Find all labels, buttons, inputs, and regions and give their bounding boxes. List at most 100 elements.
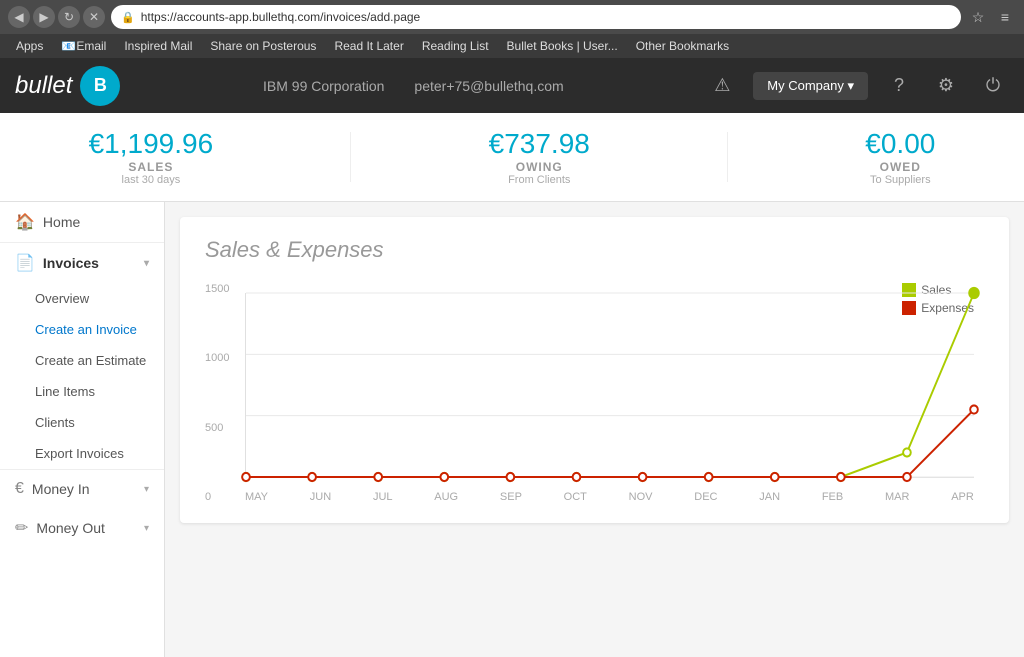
logo-letter: B — [94, 75, 107, 96]
sidebar-overview[interactable]: Overview — [0, 283, 164, 314]
user-email: peter+75@bullethq.com — [414, 78, 563, 94]
money-out-label: Money Out — [36, 520, 104, 536]
sidebar-export-invoices[interactable]: Export Invoices — [0, 438, 164, 469]
star-button[interactable]: ☆ — [967, 6, 989, 28]
owed-sub: To Suppliers — [865, 174, 935, 186]
warning-button[interactable]: ⚠ — [706, 70, 738, 102]
expand-icon: ▾ — [144, 258, 149, 269]
sidebar-item-invoices[interactable]: 📄 Invoices ▾ — [0, 243, 164, 283]
url-text: https://accounts-app.bullethq.com/invoic… — [141, 10, 421, 24]
money-out-icon: ✏ — [15, 518, 28, 538]
y-label-0: 0 — [205, 491, 240, 503]
x-label-oct: OCT — [564, 491, 587, 503]
money-in-label: Money In — [32, 481, 90, 497]
home-label: Home — [43, 214, 80, 230]
close-button[interactable]: ✕ — [83, 6, 105, 28]
bookmark-apps[interactable]: Apps — [8, 37, 51, 55]
sidebar-create-invoice[interactable]: Create an Invoice — [0, 314, 164, 345]
bookmark-label: Reading List — [422, 39, 489, 53]
back-button[interactable]: ◀ — [8, 6, 30, 28]
x-label-jul: JUL — [373, 491, 393, 503]
create-estimate-label: Create an Estimate — [35, 353, 146, 368]
company-selector[interactable]: My Company ▾ — [753, 72, 868, 100]
browser-toolbar: ◀ ▶ ↻ ✕ 🔒 https://accounts-app.bullethq.… — [0, 0, 1024, 34]
header-center: IBM 99 Corporation peter+75@bullethq.com — [120, 78, 706, 94]
stat-sales: €1,199.96 SALES last 30 days — [89, 128, 214, 186]
sidebar-line-items[interactable]: Line Items — [0, 376, 164, 407]
money-out-expand-icon: ▾ — [144, 523, 149, 534]
y-label-1500: 1500 — [205, 283, 240, 295]
browser-chrome: ◀ ▶ ↻ ✕ 🔒 https://accounts-app.bullethq.… — [0, 0, 1024, 58]
main-layout: 🏠 Home 📄 Invoices ▾ Overview Create an I… — [0, 202, 1024, 657]
chart-container: Sales & Expenses Sales Expenses 1500 — [180, 217, 1009, 523]
bookmark-label: Email — [76, 39, 106, 53]
sidebar-invoices-section: 📄 Invoices ▾ Overview Create an Invoice … — [0, 242, 164, 469]
header-right: ⚠ My Company ▾ ? ⚙ ⏻ — [706, 70, 1009, 102]
bookmark-email[interactable]: 📧 Email — [53, 37, 114, 55]
sidebar-item-home[interactable]: 🏠 Home — [0, 202, 164, 242]
clients-label: Clients — [35, 415, 75, 430]
x-label-may: MAY — [245, 491, 268, 503]
owing-amount: €737.98 — [489, 128, 590, 160]
y-label-1000: 1000 — [205, 352, 240, 364]
x-label-jan: JAN — [759, 491, 780, 503]
bookmarks-bar: Apps 📧 Email Inspired Mail Share on Post… — [0, 34, 1024, 58]
bookmark-label: Apps — [16, 39, 43, 53]
bookmark-bullet[interactable]: Bullet Books | User... — [499, 37, 626, 55]
x-label-aug: AUG — [434, 491, 458, 503]
money-in-expand-icon: ▾ — [144, 484, 149, 495]
x-label-apr: APR — [951, 491, 974, 503]
stat-owed: €0.00 OWED To Suppliers — [865, 128, 935, 186]
x-label-sep: SEP — [500, 491, 522, 503]
bookmark-label: Read It Later — [334, 39, 403, 53]
logo-text: bullet — [15, 72, 72, 100]
power-button[interactable]: ⏻ — [977, 70, 1009, 102]
owing-label: OWING — [489, 160, 590, 174]
money-in-icon: € — [15, 480, 24, 498]
sidebar-item-money-out[interactable]: ✏ Money Out ▾ — [0, 508, 164, 548]
sidebar-clients[interactable]: Clients — [0, 407, 164, 438]
x-label-nov: NOV — [629, 491, 653, 503]
app-header: bullet B IBM 99 Corporation peter+75@bul… — [0, 58, 1024, 113]
logo-area: bullet B — [15, 66, 120, 106]
sidebar-create-estimate[interactable]: Create an Estimate — [0, 345, 164, 376]
sales-amount: €1,199.96 — [89, 128, 214, 160]
bookmark-inspired-mail[interactable]: Inspired Mail — [116, 37, 200, 55]
forward-button[interactable]: ▶ — [33, 6, 55, 28]
lock-icon: 🔒 — [121, 11, 135, 24]
menu-button[interactable]: ≡ — [994, 6, 1016, 28]
settings-button[interactable]: ⚙ — [930, 70, 962, 102]
company-selector-label: My Company ▾ — [767, 78, 854, 94]
chart-plot — [245, 293, 974, 478]
bookmark-read-later[interactable]: Read It Later — [326, 37, 411, 55]
owing-sub: From Clients — [489, 174, 590, 186]
bookmark-label: Share on Posterous — [210, 39, 316, 53]
refresh-button[interactable]: ↻ — [58, 6, 80, 28]
bookmark-label: Inspired Mail — [124, 39, 192, 53]
help-button[interactable]: ? — [883, 70, 915, 102]
logo-icon: B — [80, 66, 120, 106]
create-invoice-label: Create an Invoice — [35, 322, 137, 337]
export-invoices-label: Export Invoices — [35, 446, 124, 461]
bookmark-posterous[interactable]: Share on Posterous — [202, 37, 324, 55]
x-label-jun: JUN — [310, 491, 331, 503]
stat-owing: €737.98 OWING From Clients — [489, 128, 590, 186]
invoices-label: Invoices — [43, 255, 99, 271]
sidebar: 🏠 Home 📄 Invoices ▾ Overview Create an I… — [0, 202, 165, 657]
address-bar[interactable]: 🔒 https://accounts-app.bullethq.com/invo… — [111, 5, 961, 29]
home-icon: 🏠 — [15, 212, 35, 232]
sidebar-item-money-in[interactable]: € Money In ▾ — [0, 470, 164, 508]
chart-x-labels: MAY JUN JUL AUG SEP OCT NOV DEC JAN FEB … — [245, 491, 974, 503]
company-name: IBM 99 Corporation — [263, 78, 384, 94]
browser-action-buttons: ☆ ≡ — [967, 6, 1016, 28]
bookmark-label: Other Bookmarks — [636, 39, 729, 53]
bookmark-reading-list[interactable]: Reading List — [414, 37, 497, 55]
x-label-mar: MAR — [885, 491, 909, 503]
sales-sub: last 30 days — [89, 174, 214, 186]
owed-amount: €0.00 — [865, 128, 935, 160]
owed-label: OWED — [865, 160, 935, 174]
chart-y-axis: 1500 1000 500 0 — [205, 283, 240, 503]
chart-title: Sales & Expenses — [205, 237, 984, 263]
bookmark-other[interactable]: Other Bookmarks — [628, 37, 737, 55]
chart-svg — [246, 293, 974, 477]
